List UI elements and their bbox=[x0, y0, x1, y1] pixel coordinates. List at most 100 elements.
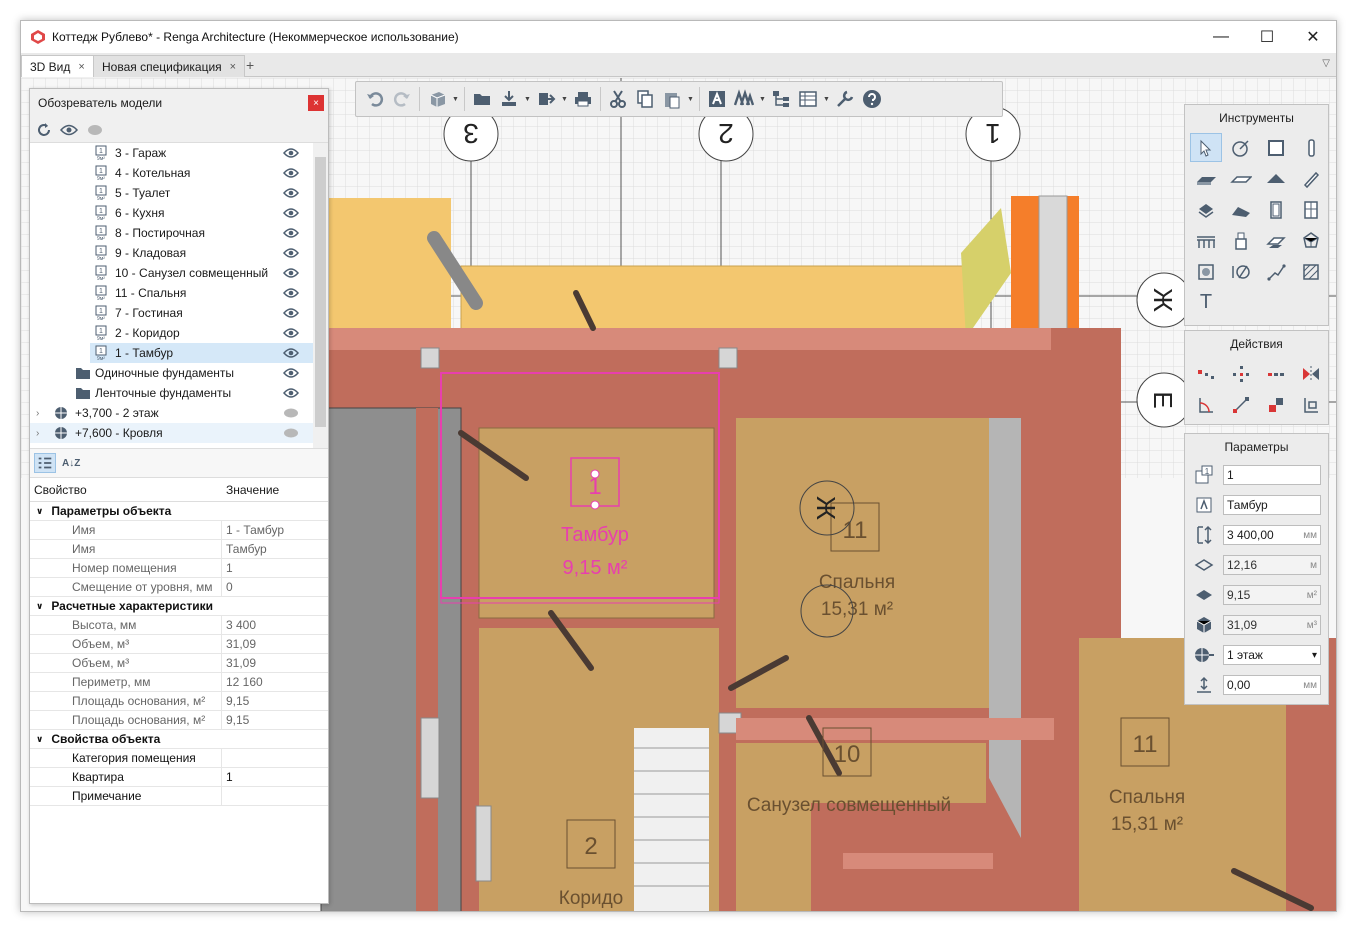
door-tool[interactable] bbox=[1260, 195, 1292, 224]
hide-all-icon[interactable] bbox=[86, 122, 104, 138]
property-row[interactable]: Периметр, мм 12 160 bbox=[30, 673, 328, 692]
property-row[interactable]: Объем, м³ 31,09 bbox=[30, 654, 328, 673]
tree-item-selected[interactable]: 1 9м² 1 - Тамбур bbox=[90, 343, 315, 363]
equipment-tool[interactable] bbox=[1225, 226, 1257, 255]
show-all-eye-icon[interactable] bbox=[60, 122, 78, 138]
mirror-action[interactable] bbox=[1295, 359, 1327, 388]
property-group[interactable]: ∨ Параметры объекта bbox=[30, 502, 328, 521]
tree-item[interactable]: 1 9м² 10 - Санузел совмещенный bbox=[30, 263, 315, 283]
tree-item[interactable]: Одиночные фундаменты bbox=[30, 363, 315, 383]
room-tool[interactable] bbox=[1190, 257, 1222, 286]
collapse-chevron-icon[interactable]: ∨ bbox=[36, 601, 43, 612]
view-dropdown-arrow[interactable]: ▼ bbox=[451, 85, 460, 113]
visibility-eye-icon[interactable] bbox=[283, 187, 299, 199]
ramp-tool[interactable] bbox=[1225, 195, 1257, 224]
export-button[interactable] bbox=[533, 85, 559, 113]
visibility-eye-icon[interactable] bbox=[283, 307, 299, 319]
property-row[interactable]: Примечание bbox=[30, 787, 328, 806]
visibility-eye-icon[interactable] bbox=[283, 347, 299, 359]
tree-scrollbar[interactable] bbox=[313, 143, 328, 448]
tab-new-specification[interactable]: Новая спецификация × bbox=[93, 55, 246, 77]
tree-item[interactable]: 1 9м² 9 - Кладовая bbox=[30, 243, 315, 263]
maximize-button[interactable]: ☐ bbox=[1244, 21, 1290, 53]
hidden-icon[interactable] bbox=[283, 427, 299, 439]
property-row[interactable]: Номер помещения 1 bbox=[30, 559, 328, 578]
tree-scrollbar-thumb[interactable] bbox=[315, 157, 326, 427]
refresh-icon[interactable] bbox=[36, 122, 52, 138]
room-number-field[interactable]: 1 bbox=[1223, 465, 1321, 485]
property-row[interactable]: Смещение от уровня, мм 0 bbox=[30, 578, 328, 597]
select-tool[interactable] bbox=[1190, 133, 1222, 162]
copy-button[interactable] bbox=[632, 85, 658, 113]
property-row[interactable]: Категория помещения bbox=[30, 749, 328, 768]
foundation-tool[interactable] bbox=[1190, 195, 1222, 224]
visibility-eye-icon[interactable] bbox=[283, 207, 299, 219]
expand-chevron-icon[interactable]: › bbox=[36, 408, 39, 419]
move-action[interactable] bbox=[1190, 359, 1222, 388]
collapse-chevron-icon[interactable]: ∨ bbox=[36, 734, 43, 745]
rotate-action[interactable] bbox=[1225, 359, 1257, 388]
minimize-button[interactable]: — bbox=[1198, 21, 1244, 53]
text-style-button[interactable] bbox=[704, 85, 730, 113]
tab-close-icon[interactable]: × bbox=[230, 61, 236, 73]
tab-3d-view[interactable]: 3D Вид × bbox=[21, 55, 94, 77]
tree-item-level[interactable]: › +3,700 - 2 этаж bbox=[30, 403, 315, 423]
level-select[interactable]: 1 этаж ▾ bbox=[1223, 645, 1321, 665]
room-name-field[interactable]: Тамбур bbox=[1223, 495, 1321, 515]
property-row[interactable]: Имя Тамбур bbox=[30, 540, 328, 559]
copy-properties-action[interactable] bbox=[1295, 390, 1327, 419]
tree-item[interactable]: 1 9м² 2 - Коридор bbox=[30, 323, 315, 343]
close-button[interactable]: ✕ bbox=[1290, 21, 1336, 53]
import-button[interactable] bbox=[496, 85, 522, 113]
property-row[interactable]: Площадь основания, м² 9,15 bbox=[30, 711, 328, 730]
tree-item[interactable]: 1 9м² 3 - Гараж bbox=[30, 143, 315, 163]
height-field[interactable]: 3 400,00 мм bbox=[1223, 525, 1321, 545]
tree-item[interactable]: Ленточные фундаменты bbox=[30, 383, 315, 403]
property-row[interactable]: Квартира 1 bbox=[30, 768, 328, 787]
collapse-chevron-icon[interactable]: ∨ bbox=[36, 506, 43, 517]
paste-button[interactable] bbox=[659, 85, 685, 113]
view-cube-button[interactable] bbox=[424, 85, 450, 113]
window-tool[interactable] bbox=[1295, 195, 1327, 224]
beam-tool[interactable] bbox=[1295, 164, 1327, 193]
property-group[interactable]: ∨ Расчетные характеристики bbox=[30, 597, 328, 616]
undo-button[interactable] bbox=[362, 85, 388, 113]
tree-item[interactable]: 1 9м² 5 - Туалет bbox=[30, 183, 315, 203]
visibility-eye-icon[interactable] bbox=[283, 167, 299, 179]
property-row[interactable]: Площадь основания, м² 9,15 bbox=[30, 692, 328, 711]
categorized-view-icon[interactable] bbox=[34, 453, 56, 473]
visibility-eye-icon[interactable] bbox=[283, 327, 299, 339]
redo-button[interactable] bbox=[389, 85, 415, 113]
axis-tool[interactable] bbox=[1225, 133, 1257, 162]
dimension-tool[interactable] bbox=[1225, 257, 1257, 286]
offset-field[interactable]: 0,00 мм bbox=[1223, 675, 1321, 695]
line-tool[interactable] bbox=[1260, 257, 1292, 286]
sort-alphabetical-icon[interactable]: A↓Z bbox=[62, 458, 80, 469]
visibility-eye-icon[interactable] bbox=[283, 287, 299, 299]
hatch-tool[interactable] bbox=[1295, 257, 1327, 286]
explorer-close-button[interactable]: × bbox=[308, 95, 324, 111]
align-action[interactable] bbox=[1260, 390, 1292, 419]
scale-action[interactable] bbox=[1225, 390, 1257, 419]
visibility-eye-icon[interactable] bbox=[283, 227, 299, 239]
paste-dropdown-arrow[interactable]: ▼ bbox=[686, 85, 695, 113]
tab-list-menu-icon[interactable]: ▽ bbox=[1322, 58, 1330, 69]
add-tab-button[interactable]: + bbox=[246, 57, 254, 73]
property-row[interactable]: Высота, мм 3 400 bbox=[30, 616, 328, 635]
element-tool[interactable] bbox=[1295, 226, 1327, 255]
hidden-icon[interactable] bbox=[283, 407, 299, 419]
cut-button[interactable] bbox=[605, 85, 631, 113]
railing-tool[interactable] bbox=[1190, 226, 1222, 255]
visibility-eye-icon[interactable] bbox=[283, 387, 299, 399]
visibility-eye-icon[interactable] bbox=[283, 147, 299, 159]
level-tool[interactable] bbox=[1260, 133, 1292, 162]
slab-tool[interactable] bbox=[1225, 164, 1257, 193]
tree-item[interactable]: 1 9м² 7 - Гостиная bbox=[30, 303, 315, 323]
tab-close-icon[interactable]: × bbox=[78, 61, 84, 73]
visibility-eye-icon[interactable] bbox=[283, 247, 299, 259]
structure-button[interactable] bbox=[768, 85, 794, 113]
opening-tool[interactable] bbox=[1260, 226, 1292, 255]
tree-item[interactable]: 1 9м² 11 - Спальня bbox=[30, 283, 315, 303]
volume-field[interactable]: 31,09 м³ bbox=[1223, 615, 1321, 635]
perimeter-field[interactable]: 12,16 м bbox=[1223, 555, 1321, 575]
